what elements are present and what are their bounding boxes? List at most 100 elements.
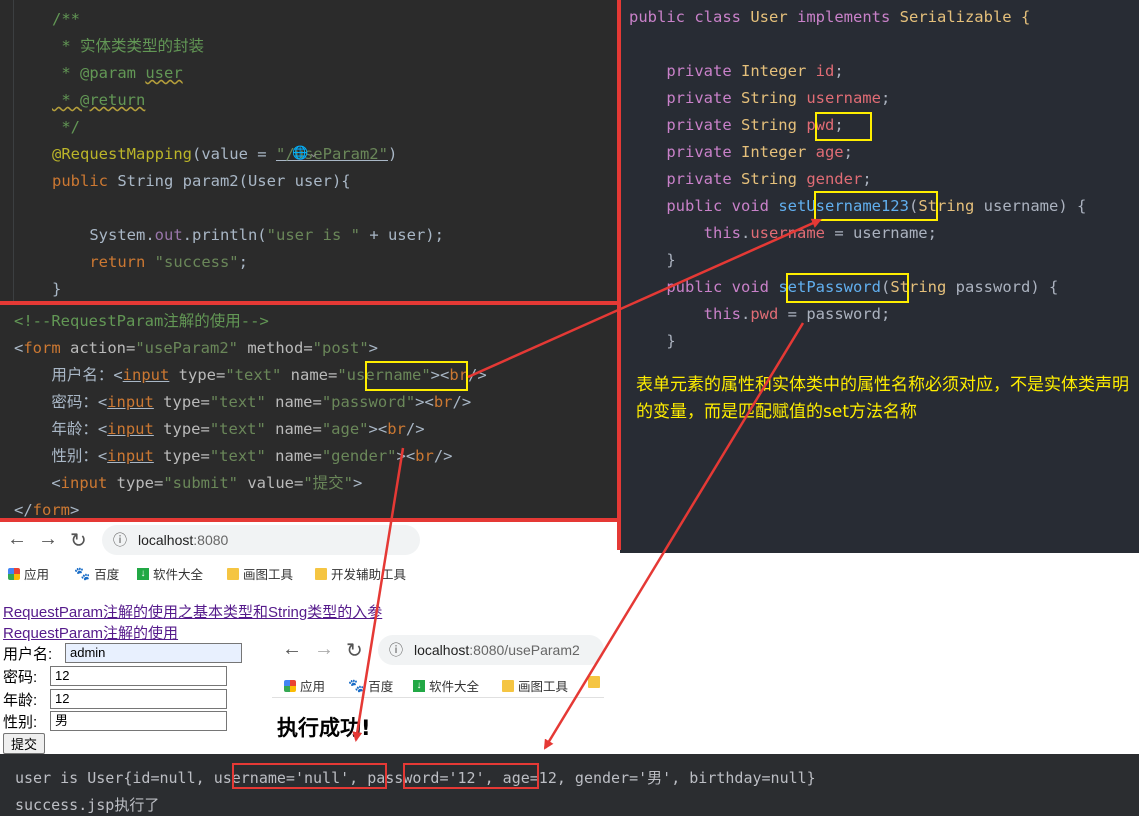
entity-code-token: Integer: [740, 143, 816, 161]
password-input[interactable]: 12: [50, 666, 227, 686]
controller-code-token: out: [154, 226, 183, 244]
entity-code-line: private String username;: [629, 85, 1086, 112]
back-icon[interactable]: ←: [282, 638, 302, 661]
bookmark-software[interactable]: ↓ 软件大全: [413, 676, 479, 695]
bookmark-apps[interactable]: 应用: [284, 676, 325, 695]
form-code-token: ><: [415, 393, 434, 411]
controller-code-token: + user);: [359, 226, 444, 244]
form-code-token: "age": [321, 420, 369, 438]
bookmark-drawing[interactable]: 画图工具: [502, 676, 568, 695]
bookmark-folder[interactable]: [588, 676, 600, 688]
controller-code-token: return: [52, 253, 155, 271]
controller-code-line: System.out.println("user is " + user);: [52, 222, 444, 249]
form-code-token: >: [70, 501, 80, 519]
forward-icon[interactable]: →: [38, 528, 58, 551]
entity-code-token: private: [629, 89, 741, 107]
bookmark-software[interactable]: ↓ 软件大全: [137, 564, 203, 583]
entity-code-line: }: [629, 247, 1086, 274]
form-code-token: name=: [265, 447, 322, 465]
age-input[interactable]: 12: [50, 689, 227, 709]
form-code-token: "password": [321, 393, 416, 411]
controller-code-line: * 实体类类型的封装: [52, 33, 444, 60]
gender-input[interactable]: 男: [50, 711, 227, 731]
entity-code-token: }: [629, 251, 676, 269]
highlight-setUsername123: [814, 191, 938, 221]
highlight-console-username: [232, 763, 387, 789]
folder-icon: [315, 567, 327, 580]
link-basic-params[interactable]: RequestParam注解的使用之基本类型和String类型的入参: [3, 601, 382, 622]
form-code-token: "text": [225, 366, 282, 384]
entity-code-token: class: [694, 8, 751, 26]
address-bar[interactable]: ⓘ localhost:8080: [102, 525, 420, 555]
form-code-line: 年龄：<input type="text" name="age"><br/>: [14, 416, 487, 443]
form-code-token: type=: [116, 474, 164, 492]
controller-code-token: String param2(User user){: [117, 172, 351, 190]
back-icon[interactable]: ←: [7, 528, 27, 551]
label-password: 密码:: [3, 669, 38, 686]
result-heading: 执行成功!: [277, 716, 371, 740]
form-code-token: ><: [396, 447, 416, 465]
controller-code-panel: /** * 实体类类型的封装 * @param user * @return *…: [0, 0, 617, 302]
url-rest: :8080: [193, 532, 229, 548]
form-code-token: "text": [209, 393, 266, 411]
controller-code-token: (value =: [191, 145, 276, 163]
folder-icon: [588, 676, 600, 688]
entity-code-token: this: [629, 305, 741, 323]
form-code-line: <input type="submit" value="提交">: [14, 470, 487, 497]
controller-code-line: @RequestMapping(value = "/useParam2"): [52, 141, 444, 168]
form-code-token: form: [32, 501, 70, 519]
bookmark-baidu[interactable]: 🐾 百度: [74, 564, 119, 583]
divider-vertical: [617, 0, 621, 550]
form-code-token: br: [415, 447, 434, 465]
form-code-token: />: [468, 366, 487, 384]
form-code-token: "post": [312, 339, 369, 357]
reload-icon[interactable]: ↻: [346, 638, 363, 663]
controller-code-token: user: [145, 64, 183, 82]
form-code-line: 性别：<input type="text" name="gender"><br/…: [14, 443, 487, 470]
address-bar[interactable]: ⓘ localhost:8080/useParam2: [378, 635, 604, 665]
submit-button[interactable]: 提交: [3, 733, 45, 754]
form-code-line: <!--RequestParam注解的使用-->: [14, 308, 487, 335]
controller-code-token: ;: [238, 253, 248, 271]
info-icon: ⓘ: [389, 642, 403, 658]
form-code-token: "gender": [321, 447, 397, 465]
entity-code-token: public: [629, 8, 695, 26]
controller-code-token: * 实体类类型的封装: [52, 37, 204, 55]
entity-code-token: }: [629, 332, 676, 350]
bookmark-apps[interactable]: 应用: [8, 564, 49, 583]
console-output: user is User{id=null, username='null', p…: [0, 754, 1139, 816]
entity-code-token: this: [629, 224, 741, 242]
globe-icon[interactable]: 🌐⌄: [292, 146, 319, 161]
entity-code-token: void: [731, 278, 779, 296]
form-code-token: 用户名：<: [14, 366, 123, 384]
form-code-token: "text": [209, 420, 266, 438]
url-host: localhost: [414, 642, 470, 658]
controller-code-token: */: [52, 118, 80, 136]
label-username: 用户名:: [3, 646, 53, 663]
reload-icon[interactable]: ↻: [70, 528, 87, 553]
download-icon: ↓: [413, 679, 425, 692]
download-icon: ↓: [137, 567, 149, 580]
entity-code-token: gender: [806, 170, 863, 188]
form-code-token: name=: [265, 393, 322, 411]
link-request-param[interactable]: RequestParam注解的使用: [3, 622, 178, 643]
username-input[interactable]: admin: [65, 643, 242, 663]
entity-code-token: .: [740, 305, 751, 323]
controller-code-token: "user is ": [266, 226, 360, 244]
bookmark-drawing[interactable]: 画图工具: [227, 564, 293, 583]
entity-code-token: username: [806, 89, 881, 107]
controller-code-line: [52, 195, 444, 222]
entity-code-token: = username;: [824, 224, 937, 242]
form-code-token: form: [23, 339, 71, 357]
entity-code-token: ;: [862, 170, 872, 188]
url-host: localhost: [138, 532, 194, 548]
entity-code-line: public class User implements Serializabl…: [629, 4, 1086, 31]
forward-icon[interactable]: →: [314, 638, 334, 661]
gutter: [0, 0, 14, 302]
entity-code-token: ) {: [1058, 197, 1087, 215]
controller-code-token: ): [387, 145, 398, 163]
apps-grid-icon: [8, 567, 20, 580]
bookmark-devtools[interactable]: 开发辅助工具: [315, 564, 406, 583]
bookmark-baidu[interactable]: 🐾 百度: [348, 676, 393, 695]
entity-code-token: String: [740, 170, 807, 188]
